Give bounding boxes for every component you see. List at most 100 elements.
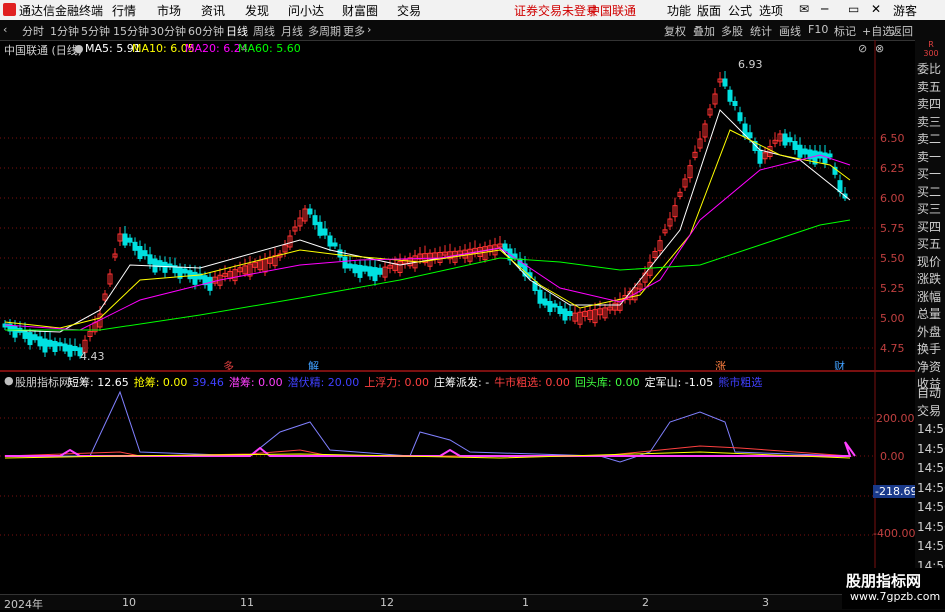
period-1min[interactable]: 1分钟 [50, 23, 79, 39]
candle-body [377, 267, 383, 275]
period-30min[interactable]: 30分钟 [150, 23, 186, 39]
period-toolbar: ‹ 分时 1分钟 5分钟 15分钟 30分钟 60分钟 日线 周线 月线 多周期… [0, 20, 945, 41]
candle-body [327, 235, 333, 247]
period-5min[interactable]: 5分钟 [81, 23, 110, 39]
period-week[interactable]: 周线 [253, 23, 275, 39]
kline-svg[interactable] [0, 40, 915, 370]
btn-fanhui[interactable]: 返回 [891, 23, 913, 39]
btn-tongji[interactable]: 统计 [750, 23, 772, 39]
candle-body [337, 249, 343, 258]
login-notice[interactable]: 证券交易未登录 [514, 2, 598, 19]
period-60min[interactable]: 60分钟 [188, 23, 224, 39]
candle-body [12, 325, 18, 338]
candle-body [837, 180, 843, 193]
period-fenshi[interactable]: 分时 [22, 23, 44, 39]
candle-body [732, 101, 738, 106]
candle-body [792, 141, 798, 150]
period-day[interactable]: 日线 [226, 23, 248, 39]
candle-body [47, 339, 53, 347]
candle-body [352, 264, 358, 274]
candle-body [787, 137, 793, 143]
candle-body [57, 342, 63, 347]
mail-icon[interactable]: ✉ [799, 2, 809, 16]
watermark-url: www.7gpzb.com [850, 590, 941, 603]
candle-body [722, 78, 728, 87]
menu-xuanxiang[interactable]: 选项 [759, 2, 783, 19]
indicator-pane[interactable]: ● 股朋指标网 短筹: 12.65 抢筹: 0.00 39.46 潜筹: 0.00 潜伏… [0, 372, 920, 594]
btn-huaxian[interactable]: 画线 [779, 23, 801, 39]
ind-tick: -400.00 [873, 527, 916, 540]
candle-body [747, 132, 753, 139]
price-tick: 6.25 [880, 162, 905, 175]
candle-body [347, 263, 353, 269]
menu-item-faxian[interactable]: 发现 [245, 2, 269, 19]
ind-line-magenta [5, 441, 856, 457]
candle-body [357, 264, 363, 278]
app-logo-icon [3, 3, 16, 16]
ma60-line [5, 219, 851, 331]
indicator-svg[interactable] [0, 372, 915, 594]
candle-body [542, 298, 548, 306]
menu-item-shichang[interactable]: 市场 [157, 2, 181, 19]
trade-label[interactable]: 交易 [917, 402, 945, 422]
trade-label[interactable]: 自动 [917, 384, 945, 404]
btn-fuquan[interactable]: 复权 [664, 23, 686, 39]
btn-f10[interactable]: F10 [808, 23, 828, 36]
menu-gongshi[interactable]: 公式 [728, 2, 752, 19]
date-tick: 2024年 [4, 598, 43, 611]
price-tick: 6.00 [880, 192, 905, 205]
btn-diejia[interactable]: 叠加 [693, 23, 715, 39]
btn-biaoji[interactable]: 标记 [834, 23, 856, 39]
guest-button[interactable]: 游客 [893, 2, 917, 19]
kline-chart[interactable]: 中国联通 (日线) ● MA5: 5.91 MA10: 6.05 MA20: 6… [0, 40, 915, 373]
tick-time: 14:56 [917, 422, 945, 436]
candle-body [362, 265, 368, 272]
period-multi[interactable]: 多周期 [308, 23, 341, 39]
btn-duogu[interactable]: 多股 [721, 23, 743, 39]
candle-body [782, 133, 788, 146]
candle-body [122, 233, 128, 246]
price-tick: 5.50 [880, 252, 905, 265]
menu-item-wenxiaoda[interactable]: 问小达 [288, 2, 324, 19]
candle-body [802, 148, 808, 155]
candle-body [827, 153, 833, 158]
menu-item-jiaoyi[interactable]: 交易 [397, 2, 421, 19]
period-15min[interactable]: 15分钟 [113, 23, 149, 39]
quote-panel: R 300 委比 卖五 卖四 卖三 卖二 卖一 买一 买二 买三 买四 买五 现价 涨跌 涨幅 总量 外盘 换手净… [915, 40, 945, 609]
candle-body [27, 332, 33, 346]
candle-body [182, 268, 188, 274]
panel-scale: R 300 [923, 40, 939, 58]
menu-item-zixun[interactable]: 资讯 [201, 2, 225, 19]
menu-item-hangqing[interactable]: 行情 [112, 2, 136, 19]
tick-time: 14:56 [917, 461, 945, 475]
tick-time: 14:56 [917, 441, 945, 456]
candle-body [312, 215, 318, 226]
candle-body [147, 254, 153, 265]
menu-item-caifuquan[interactable]: 财富圈 [342, 2, 378, 19]
date-tick: 10 [122, 596, 136, 609]
candle-body [52, 341, 58, 352]
date-axis: 2024年 10 11 12 1 2 3 [0, 594, 945, 611]
restore-icon[interactable]: ▭ [848, 2, 859, 16]
broker-name: 中国联通 [588, 4, 637, 18]
minimize-icon[interactable]: ─ [821, 2, 828, 16]
candle-body [307, 208, 313, 215]
more-chevron-icon[interactable]: › [367, 23, 371, 36]
price-tick: 5.00 [880, 312, 905, 325]
toolbar-arrow-icon[interactable]: ‹ [3, 23, 7, 36]
candle-body [22, 329, 28, 339]
btn-zixuan[interactable]: +自选 [862, 23, 893, 39]
candle-body [332, 242, 338, 247]
ind-line-blue [5, 390, 851, 463]
menu-banmian[interactable]: 版面 [697, 2, 721, 19]
date-tick: 11 [240, 596, 254, 609]
close-icon[interactable]: ✕ [871, 2, 881, 16]
candle-body [152, 258, 158, 273]
period-more[interactable]: 更多 [343, 23, 365, 39]
candle-body [42, 338, 48, 353]
menu-gongneng[interactable]: 功能 [667, 2, 691, 19]
tick-time: 14:56 [917, 519, 945, 534]
candle-body [62, 343, 68, 352]
candle-body [127, 237, 133, 243]
period-month[interactable]: 月线 [281, 23, 303, 39]
